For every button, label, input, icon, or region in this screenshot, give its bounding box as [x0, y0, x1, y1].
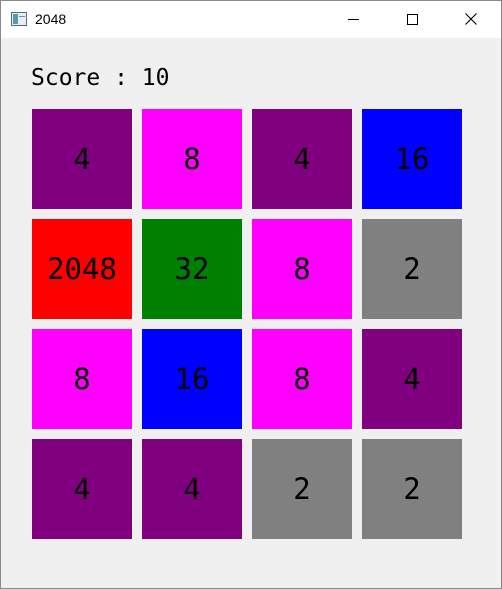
game-board[interactable]: 4 8 4 16 2048 32 8 2 8 16 8 4 4 4 2 2 [32, 109, 462, 539]
tile: 4 [362, 329, 462, 429]
app-icon [11, 12, 27, 26]
tile: 4 [32, 109, 132, 209]
app-window: 2048 Score : 10 4 8 4 16 2048 32 8 2 8 1… [0, 0, 502, 589]
tile: 4 [32, 439, 132, 539]
tile: 2 [362, 439, 462, 539]
window-title: 2048 [35, 11, 67, 27]
title-bar[interactable]: 2048 [1, 1, 501, 38]
close-icon [465, 13, 477, 25]
tile: 2048 [32, 219, 132, 319]
tile: 16 [142, 329, 242, 429]
tile: 2 [252, 439, 352, 539]
tile: 8 [252, 329, 352, 429]
minimize-button[interactable] [324, 1, 382, 38]
tile: 8 [142, 109, 242, 209]
tile: 16 [362, 109, 462, 209]
tile: 8 [32, 329, 132, 429]
tile: 8 [252, 219, 352, 319]
tile: 2 [362, 219, 462, 319]
score-label: Score : 10 [31, 65, 170, 91]
maximize-button[interactable] [383, 1, 441, 38]
close-button[interactable] [442, 1, 500, 38]
tile: 4 [252, 109, 352, 209]
tile: 4 [142, 439, 242, 539]
tile: 32 [142, 219, 242, 319]
